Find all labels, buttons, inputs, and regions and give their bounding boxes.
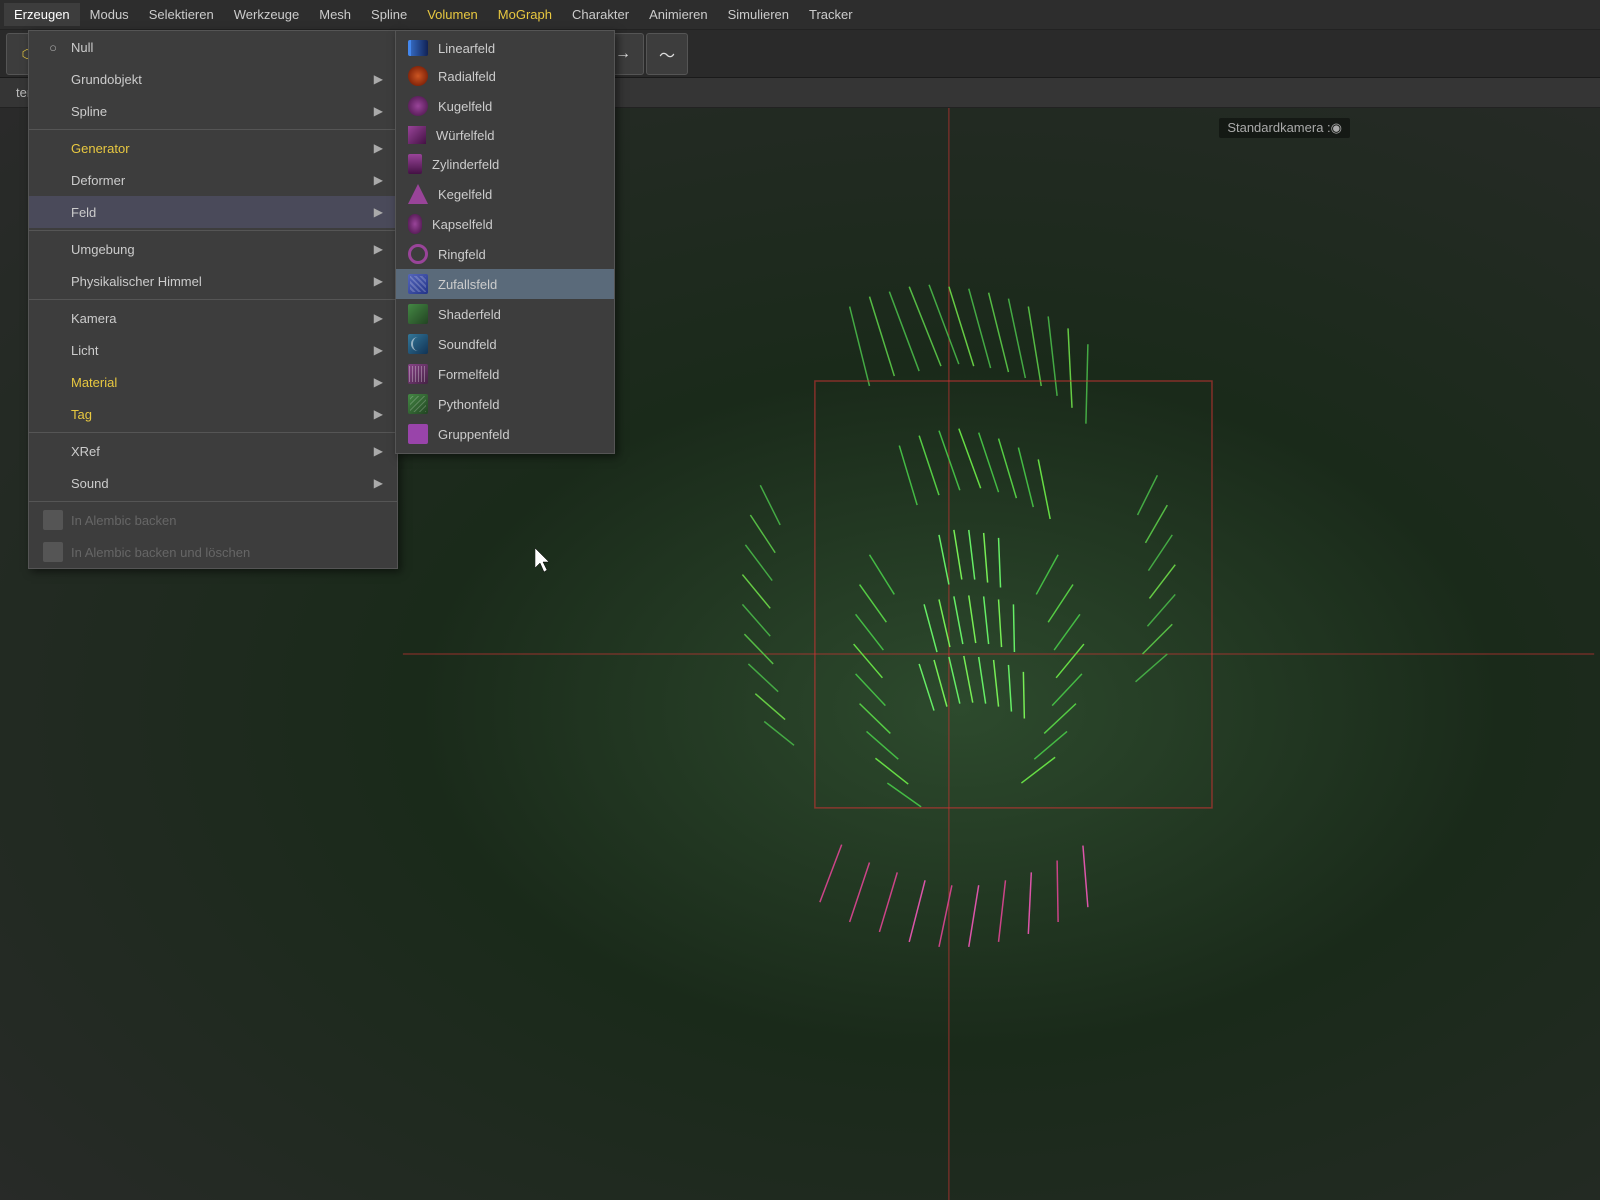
submenu-radialfeld[interactable]: Radialfeld — [396, 61, 614, 91]
menu-feld[interactable]: Feld ▶ — [29, 196, 397, 228]
shaderfeld-icon — [408, 304, 428, 324]
null-icon: ○ — [43, 37, 63, 57]
alembic1-icon — [43, 510, 63, 530]
menu-null[interactable]: ○ Null — [29, 31, 397, 63]
sep1 — [29, 129, 397, 130]
menu-alembic2[interactable]: In Alembic backen und löschen — [29, 536, 397, 568]
menu-alembic1[interactable]: In Alembic backen — [29, 504, 397, 536]
menu-charakter[interactable]: Charakter — [562, 3, 639, 26]
kegelfeld-icon — [408, 184, 428, 204]
physhimmel-icon — [43, 271, 63, 291]
camera-label: Standardkamera :◉ — [1219, 118, 1350, 138]
tag-icon — [43, 404, 63, 424]
zylinderfeld-icon — [408, 154, 422, 174]
submenu-zufallsfeld[interactable]: Zufallsfeld — [396, 269, 614, 299]
pythonfeld-icon — [408, 394, 428, 414]
sound-icon — [43, 473, 63, 493]
umgebung-arrow: ▶ — [374, 242, 383, 256]
menu-sound[interactable]: Sound ▶ — [29, 467, 397, 499]
menu-erzeugen[interactable]: Erzeugen — [4, 3, 80, 26]
menu-werkzeuge[interactable]: Werkzeuge — [224, 3, 310, 26]
alembic2-icon — [43, 542, 63, 562]
feld-icon — [43, 202, 63, 222]
submenu-kugelfeld[interactable]: Kugelfeld — [396, 91, 614, 121]
menu-mograph[interactable]: MoGraph — [488, 3, 562, 26]
spline-arrow: ▶ — [374, 104, 383, 118]
spline-icon — [43, 101, 63, 121]
material-arrow: ▶ — [374, 375, 383, 389]
menu-xref[interactable]: XRef ▶ — [29, 435, 397, 467]
xref-arrow: ▶ — [374, 444, 383, 458]
grundobjekt-icon — [43, 69, 63, 89]
menu-licht[interactable]: Licht ▶ — [29, 334, 397, 366]
ringfeld-icon — [408, 244, 428, 264]
submenu-kapselfeld[interactable]: Kapselfeld — [396, 209, 614, 239]
menu-tracker[interactable]: Tracker — [799, 3, 863, 26]
submenu-kegelfeld[interactable]: Kegelfeld — [396, 179, 614, 209]
grundobjekt-arrow: ▶ — [374, 72, 383, 86]
menu-spline[interactable]: Spline ▶ — [29, 95, 397, 127]
wuerfelfeld-icon — [408, 126, 426, 144]
submenu-gruppenfeld[interactable]: Gruppenfeld — [396, 419, 614, 449]
menu-animieren[interactable]: Animieren — [639, 3, 718, 26]
menu-volumen[interactable]: Volumen — [417, 3, 488, 26]
toolbar-curve[interactable]: 〜 — [646, 33, 688, 75]
deformer-icon — [43, 170, 63, 190]
sep3 — [29, 299, 397, 300]
sep4 — [29, 432, 397, 433]
menu-material[interactable]: Material ▶ — [29, 366, 397, 398]
deformer-arrow: ▶ — [374, 173, 383, 187]
menu-physhimmel[interactable]: Physikalischer Himmel ▶ — [29, 265, 397, 297]
zufallsfeld-icon — [408, 274, 428, 294]
licht-icon — [43, 340, 63, 360]
radialfeld-icon — [408, 66, 428, 86]
tag-arrow: ▶ — [374, 407, 383, 421]
formelfeld-icon — [408, 364, 428, 384]
menubar: Erzeugen Modus Selektieren Werkzeuge Mes… — [0, 0, 1600, 30]
menu-simulieren[interactable]: Simulieren — [718, 3, 799, 26]
menu-deformer[interactable]: Deformer ▶ — [29, 164, 397, 196]
submenu-wuerfelfeld[interactable]: Würfelfeld — [396, 121, 614, 149]
sep5 — [29, 501, 397, 502]
submenu-linearfeld[interactable]: Linearfeld — [396, 35, 614, 61]
licht-arrow: ▶ — [374, 343, 383, 357]
material-icon — [43, 372, 63, 392]
generator-arrow: ▶ — [374, 141, 383, 155]
menu-grundobjekt[interactable]: Grundobjekt ▶ — [29, 63, 397, 95]
kamera-icon — [43, 308, 63, 328]
main-dropdown: ○ Null Grundobjekt ▶ Spline ▶ Generator … — [28, 30, 398, 569]
submenu-soundfeld[interactable]: Soundfeld — [396, 329, 614, 359]
menu-modus[interactable]: Modus — [80, 3, 139, 26]
menu-umgebung[interactable]: Umgebung ▶ — [29, 233, 397, 265]
submenu-formelfeld[interactable]: Formelfeld — [396, 359, 614, 389]
xref-icon — [43, 441, 63, 461]
menu-tag[interactable]: Tag ▶ — [29, 398, 397, 430]
kapselfeld-icon — [408, 214, 422, 234]
submenu-pythonfeld[interactable]: Pythonfeld — [396, 389, 614, 419]
menu-selektieren[interactable]: Selektieren — [139, 3, 224, 26]
physhimmel-arrow: ▶ — [374, 274, 383, 288]
sound-arrow: ▶ — [374, 476, 383, 490]
menu-spline[interactable]: Spline — [361, 3, 417, 26]
feld-submenu: Linearfeld Radialfeld Kugelfeld Würfelfe… — [395, 30, 615, 454]
umgebung-icon — [43, 239, 63, 259]
kugelfeld-icon — [408, 96, 428, 116]
feld-arrow: ▶ — [374, 205, 383, 219]
linearfeld-icon — [408, 40, 428, 56]
gruppenfeld-icon — [408, 424, 428, 444]
sep2 — [29, 230, 397, 231]
submenu-ringfeld[interactable]: Ringfeld — [396, 239, 614, 269]
submenu-zylinderfeld[interactable]: Zylinderfeld — [396, 149, 614, 179]
generator-icon — [43, 138, 63, 158]
menu-generator[interactable]: Generator ▶ — [29, 132, 397, 164]
submenu-shaderfeld[interactable]: Shaderfeld — [396, 299, 614, 329]
menu-mesh[interactable]: Mesh — [309, 3, 361, 26]
soundfeld-icon — [408, 334, 428, 354]
kamera-arrow: ▶ — [374, 311, 383, 325]
menu-kamera[interactable]: Kamera ▶ — [29, 302, 397, 334]
